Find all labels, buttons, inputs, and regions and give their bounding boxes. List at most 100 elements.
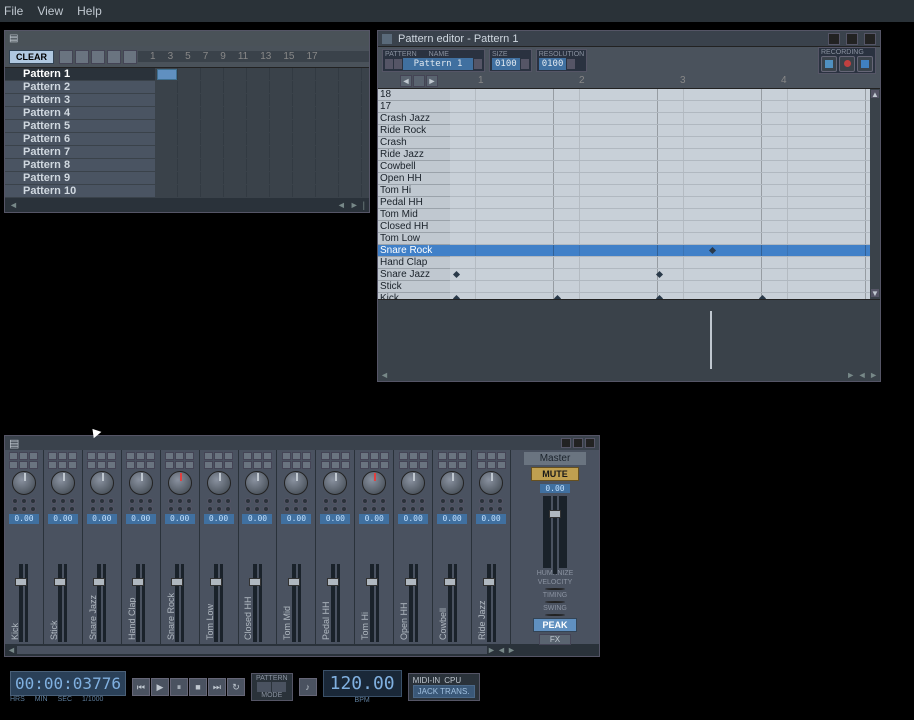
peak-button[interactable]: PEAK [533, 618, 576, 632]
strip-button[interactable] [302, 452, 311, 460]
strip-button[interactable] [9, 461, 18, 469]
resolution-dropdown[interactable] [567, 59, 575, 69]
track-name[interactable]: 18 [378, 89, 450, 101]
maximize-button[interactable] [846, 33, 858, 45]
strip-button[interactable] [399, 452, 408, 460]
loop-button[interactable]: ↻ [227, 678, 245, 696]
pattern-row[interactable]: Pattern 4 [5, 107, 369, 120]
jack-transport-button[interactable]: JACK TRANS. [413, 685, 475, 698]
strip-button[interactable] [107, 452, 116, 460]
pe-hscrollbar[interactable]: ◄► ◄ ► [378, 369, 880, 381]
fader[interactable] [253, 564, 257, 642]
strip-button[interactable] [321, 452, 330, 460]
mode-pattern[interactable] [272, 682, 286, 692]
track-name[interactable]: Crash [378, 137, 450, 149]
bpm-display[interactable]: 120.00 [323, 670, 402, 697]
track-row[interactable] [450, 197, 880, 209]
select-mode-button[interactable] [107, 50, 121, 64]
pe-zoom-in[interactable]: ► [426, 75, 438, 87]
pan-knob[interactable] [479, 471, 503, 495]
strip-button[interactable] [477, 452, 486, 460]
next-pattern-button[interactable] [394, 59, 402, 69]
minimize-button[interactable] [828, 33, 840, 45]
pattern-row[interactable]: Pattern 1 [5, 68, 369, 81]
move-down-button[interactable] [75, 50, 89, 64]
strip-button[interactable] [419, 461, 428, 469]
menu-view[interactable]: View [37, 4, 63, 18]
strip-button[interactable] [48, 461, 57, 469]
resolution-field[interactable]: 0100 [539, 58, 567, 70]
fader[interactable] [136, 564, 140, 642]
prev-pattern-button[interactable] [385, 59, 393, 69]
strip-button[interactable] [292, 461, 301, 469]
track-name[interactable]: Open HH [378, 173, 450, 185]
pattern-row[interactable]: Pattern 9 [5, 172, 369, 185]
strip-button[interactable] [87, 452, 96, 460]
strip-button[interactable] [97, 452, 106, 460]
pan-knob[interactable] [12, 471, 36, 495]
track-name[interactable]: Ride Jazz [378, 149, 450, 161]
strip-button[interactable] [282, 461, 291, 469]
note[interactable] [709, 247, 716, 254]
track-name[interactable]: Snare Jazz [378, 269, 450, 281]
new-pattern-button[interactable] [59, 50, 73, 64]
track-name[interactable]: Snare Rock [378, 245, 450, 257]
pattern-cells[interactable] [155, 107, 369, 119]
fader[interactable] [448, 564, 452, 642]
strip-button[interactable] [321, 461, 330, 469]
strip-button[interactable] [370, 452, 379, 460]
fader[interactable] [331, 564, 335, 642]
strip-button[interactable] [399, 461, 408, 469]
strip-button[interactable] [419, 452, 428, 460]
strip-button[interactable] [360, 461, 369, 469]
strip-button[interactable] [438, 452, 447, 460]
menu-file[interactable]: File [4, 4, 23, 18]
rewind-button[interactable]: ⏮ [132, 678, 150, 696]
track-name[interactable]: Crash Jazz [378, 113, 450, 125]
strip-button[interactable] [263, 461, 272, 469]
strip-button[interactable] [497, 461, 506, 469]
strip-button[interactable] [448, 461, 457, 469]
pan-knob[interactable] [362, 471, 386, 495]
track-name[interactable]: Pedal HH [378, 197, 450, 209]
mode-song[interactable] [257, 682, 271, 692]
strip-button[interactable] [204, 461, 213, 469]
track-row[interactable] [450, 125, 880, 137]
pattern-name-field[interactable]: Pattern 1 [403, 58, 473, 70]
pattern-cells[interactable] [155, 146, 369, 158]
size-field[interactable]: 0100 [492, 58, 520, 70]
record-button[interactable] [839, 56, 855, 72]
strip-button[interactable] [97, 461, 106, 469]
strip-button[interactable] [380, 452, 389, 460]
strip-button[interactable] [458, 461, 467, 469]
pattern-row[interactable]: Pattern 5 [5, 120, 369, 133]
strip-button[interactable] [68, 452, 77, 460]
track-row[interactable] [450, 185, 880, 197]
humanize-velocity-knob[interactable] [545, 588, 565, 590]
strip-button[interactable] [360, 452, 369, 460]
pattern-cells[interactable] [155, 81, 369, 93]
pattern-row[interactable]: Pattern 2 [5, 81, 369, 94]
strip-button[interactable] [497, 452, 506, 460]
pe-zoom-out[interactable]: ◄ [400, 75, 412, 87]
pattern-row[interactable]: Pattern 10 [5, 185, 369, 198]
fader[interactable] [58, 564, 62, 642]
pan-knob[interactable] [401, 471, 425, 495]
strip-button[interactable] [126, 452, 135, 460]
forward-button[interactable]: ⏭ [208, 678, 226, 696]
move-up-button[interactable] [91, 50, 105, 64]
track-name[interactable]: Tom Low [378, 233, 450, 245]
mixer-min-button[interactable] [561, 438, 571, 448]
pattern-cells[interactable] [155, 159, 369, 171]
strip-button[interactable] [68, 461, 77, 469]
fader[interactable] [487, 564, 491, 642]
strip-button[interactable] [224, 461, 233, 469]
fader[interactable] [97, 564, 101, 642]
strip-button[interactable] [175, 461, 184, 469]
strip-button[interactable] [331, 452, 340, 460]
strip-button[interactable] [487, 452, 496, 460]
mixer-hscrollbar[interactable]: ◄►◄► [5, 644, 599, 656]
strip-button[interactable] [487, 461, 496, 469]
note-grid[interactable] [450, 89, 880, 299]
strip-button[interactable] [136, 452, 145, 460]
